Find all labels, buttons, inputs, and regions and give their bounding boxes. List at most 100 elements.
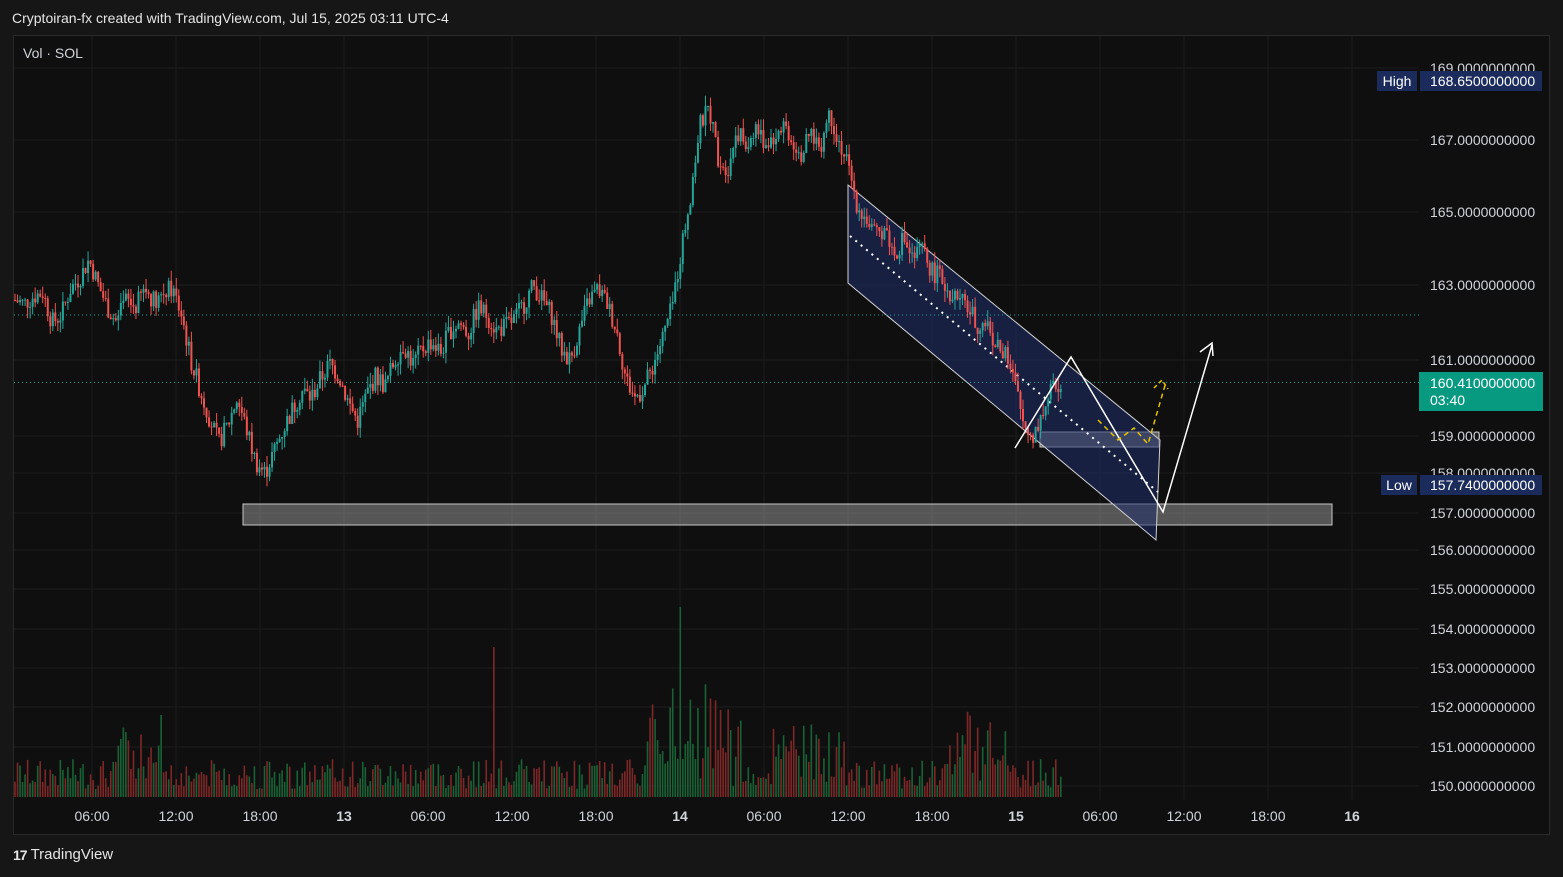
volume-bar (442, 774, 445, 797)
candle-body (701, 115, 704, 126)
volume-bar (676, 758, 679, 797)
volume-bar (563, 778, 566, 797)
volume-bar (528, 781, 530, 797)
volume-bar (467, 775, 470, 797)
volume-bar (513, 781, 515, 797)
volume-bar (808, 761, 810, 797)
candle-body (691, 176, 694, 206)
volume-bar (74, 774, 77, 797)
volume-bar (402, 764, 404, 797)
volume-bar (94, 788, 97, 797)
candle-body (999, 339, 1002, 352)
volume-bar (921, 760, 923, 797)
volume-bar (540, 781, 543, 797)
candle-body (192, 370, 195, 376)
volume-bar (276, 786, 278, 797)
volume-bar (89, 774, 92, 797)
candle-body (203, 398, 205, 408)
volume-bar (848, 772, 850, 797)
volume-bar (472, 761, 475, 797)
candle-body (44, 297, 47, 299)
candle-body (228, 422, 231, 425)
candle-body (301, 390, 304, 403)
candle-body (460, 323, 463, 325)
volume-bar (535, 768, 538, 797)
volume-bar (225, 785, 228, 797)
volume-bar (790, 740, 792, 797)
volume-bar (606, 783, 608, 797)
candle-body (890, 246, 893, 248)
price-tick-label: 165.0000000000 (1430, 204, 1535, 220)
candle-body (770, 137, 772, 148)
candle-body (573, 355, 576, 357)
volume-bar (465, 788, 467, 797)
volume-bar (162, 772, 165, 797)
candle-body (649, 369, 652, 371)
candle-body (336, 378, 339, 381)
volume-bar (871, 766, 873, 797)
volume-bar (863, 787, 866, 797)
candle-body (346, 398, 349, 400)
candle-body (865, 216, 868, 224)
volume-bar (508, 782, 510, 797)
candle-body (979, 330, 982, 334)
volume-bar (364, 767, 367, 797)
candle-body (868, 223, 871, 227)
volume-bar (739, 720, 742, 797)
candle-body (611, 303, 614, 327)
candle-body (250, 431, 253, 455)
volume-bar (931, 760, 934, 797)
candle-body (475, 309, 478, 320)
volume-bar (435, 786, 437, 797)
volume-bar (180, 773, 183, 797)
volume-bar (175, 778, 178, 797)
candle-body (258, 467, 261, 473)
candle-body (938, 265, 941, 269)
volume-bar (699, 778, 702, 797)
time-tick-label: 06:00 (1082, 808, 1117, 824)
volume-bar (613, 784, 616, 797)
candle-body (759, 130, 762, 135)
volume-bar (1017, 776, 1019, 797)
candle-body (941, 268, 944, 284)
volume-bar (107, 786, 110, 797)
volume-bar (702, 758, 704, 797)
volume-bar (896, 763, 898, 797)
time-tick-label: 12:00 (158, 808, 193, 824)
candle-body (447, 326, 450, 331)
volume-bar (1004, 731, 1007, 797)
candle-body (127, 293, 130, 299)
candle-body (974, 306, 977, 328)
volume-bar (1002, 755, 1004, 797)
candle-body (190, 341, 193, 371)
candle-body (780, 130, 783, 133)
candle-body (792, 142, 795, 150)
candle-body (860, 210, 863, 219)
volume-bar (29, 783, 31, 797)
volume-bar (923, 786, 926, 797)
volume-bar (954, 764, 956, 797)
tradingview-logo-icon: 17 (13, 846, 28, 863)
candle-body (666, 318, 669, 326)
volume-bar (150, 747, 152, 797)
candle-body (553, 320, 556, 325)
candle-body (752, 137, 755, 139)
price-tick-label: 153.0000000000 (1430, 660, 1535, 676)
price-chart[interactable]: 169.0000000000167.0000000000165.00000000… (0, 0, 1563, 877)
volume-bar (558, 766, 561, 797)
candle-body (815, 137, 818, 144)
volume-bar (694, 759, 697, 797)
candle-body (679, 263, 682, 279)
volume-bar (833, 776, 835, 797)
tradingview-brand[interactable]: 17 TradingView (13, 846, 113, 863)
volume-bar (341, 768, 344, 797)
volume-bar (137, 768, 140, 797)
volume-bar (246, 775, 248, 797)
candle-body (170, 280, 173, 297)
volume-bar (858, 765, 860, 797)
volume-bar (596, 765, 598, 797)
volume-bar (1012, 765, 1014, 797)
candle-body (351, 403, 354, 412)
volume-bar (125, 732, 127, 797)
candle-body (316, 388, 319, 398)
